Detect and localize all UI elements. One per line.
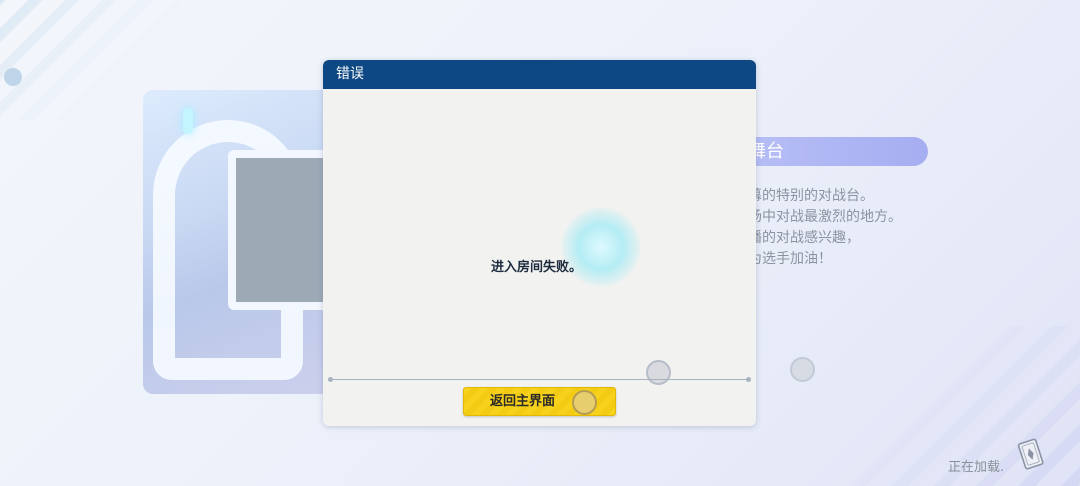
stage-description-line: 播的对战感兴趣，: [748, 230, 860, 246]
stage-name-tag: 舞台: [740, 137, 928, 166]
stage-screen: [228, 150, 338, 310]
dialog-title: 错误: [323, 60, 756, 89]
stage-picture: [143, 90, 343, 394]
stage-description-line: 幕的特别的对战台。: [748, 188, 874, 204]
dialog-body: 进入房间失败。: [323, 89, 756, 385]
stage-description-line: 为选手加油！: [748, 251, 832, 267]
decorative-dot: [4, 68, 22, 86]
dialog-divider: [328, 377, 751, 382]
stage-light: [183, 108, 193, 134]
error-message: 进入房间失败。: [490, 260, 582, 275]
loading-text: 正在加载.: [948, 460, 1005, 475]
error-dialog: 错误 进入房间失败。 返回主界面: [323, 60, 756, 426]
touch-indicator: [572, 390, 597, 415]
return-button-label: 返回主界面: [489, 394, 555, 409]
loading-glow: [561, 207, 641, 287]
return-to-main-button[interactable]: 返回主界面: [463, 387, 616, 416]
touch-indicator: [790, 357, 815, 382]
card-icon: [1016, 438, 1046, 472]
stage-description-line: 场中对战最激烈的地方。: [748, 209, 902, 225]
stage-description: 幕的特别的对战台。 场中对战最激烈的地方。 播的对战感兴趣， 为选手加油！: [748, 186, 948, 270]
touch-indicator: [646, 360, 671, 385]
